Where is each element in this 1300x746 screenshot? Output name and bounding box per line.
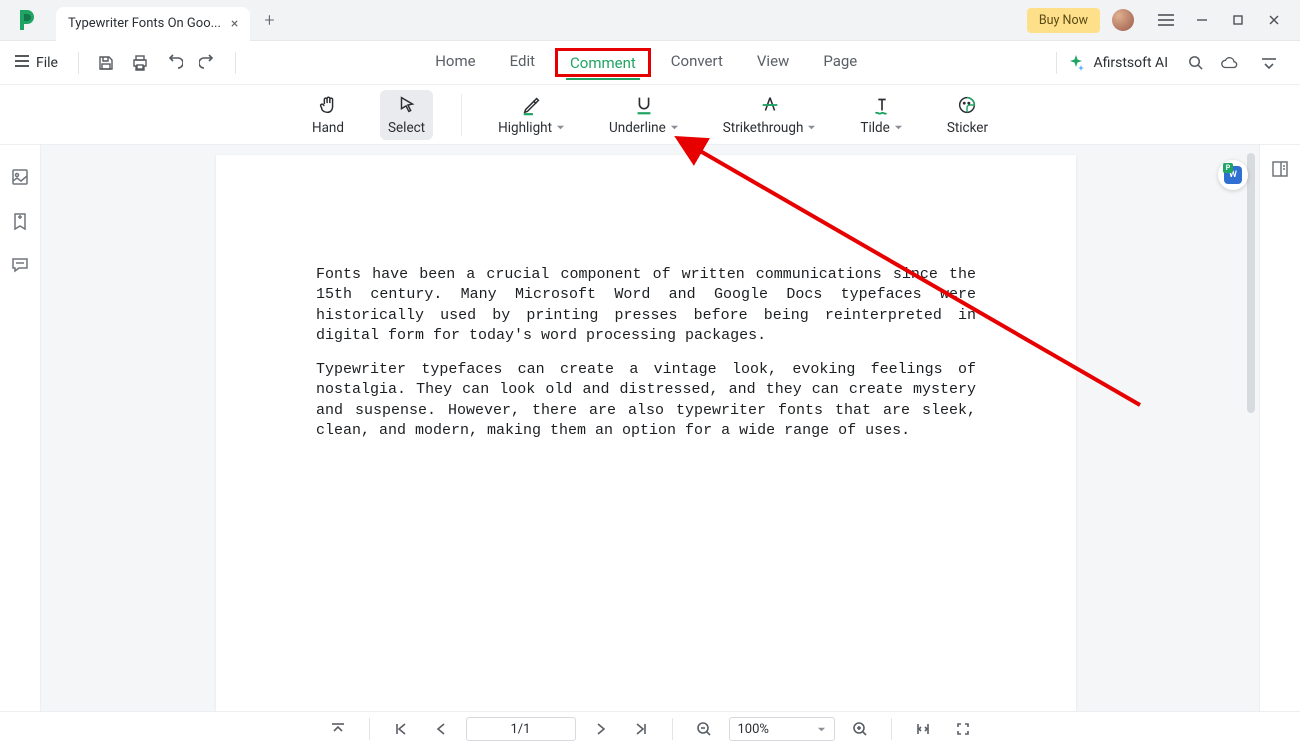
fit-width-icon[interactable]: [908, 715, 938, 743]
search-icon[interactable]: [1178, 46, 1212, 80]
paragraph: Typewriter typefaces can create a vintag…: [316, 360, 976, 441]
zoom-value: 100%: [738, 722, 769, 737]
annotation-highlight-box: Comment: [555, 48, 651, 77]
titlebar: Typewriter Fonts On Goo... × + Buy Now: [0, 0, 1300, 41]
chevron-down-icon[interactable]: [670, 120, 679, 136]
divider: [672, 718, 673, 740]
tool-underline[interactable]: Underline: [601, 90, 687, 140]
zoom-out-icon[interactable]: [689, 715, 719, 743]
tool-label: Tilde: [860, 120, 889, 136]
maximize-icon[interactable]: [1220, 5, 1256, 35]
close-window-icon[interactable]: [1256, 5, 1292, 35]
tool-label: Sticker: [947, 120, 988, 136]
buy-now-button[interactable]: Buy Now: [1027, 8, 1100, 33]
divider: [369, 718, 370, 740]
user-avatar[interactable]: [1112, 9, 1134, 31]
new-tab-button[interactable]: +: [264, 10, 274, 31]
menu-home[interactable]: Home: [431, 48, 479, 77]
tool-select[interactable]: Select: [380, 90, 433, 140]
properties-panel-icon[interactable]: [1270, 159, 1290, 179]
tool-label: Strikethrough: [723, 120, 804, 136]
page-number-input[interactable]: [466, 717, 576, 741]
save-icon[interactable]: [89, 46, 123, 80]
paragraph: Fonts have been a crucial component of w…: [316, 265, 976, 346]
strikethrough-icon: [759, 94, 781, 116]
print-icon[interactable]: [123, 46, 157, 80]
vertical-scrollbar[interactable]: [1247, 153, 1255, 413]
sidebar-right: [1259, 145, 1300, 711]
menu-icon: [14, 54, 30, 72]
ai-assistant[interactable]: Afirstsoft AI: [1067, 54, 1168, 72]
workspace: Fonts have been a crucial component of w…: [0, 145, 1300, 711]
menu-edit[interactable]: Edit: [506, 48, 539, 77]
tool-hand[interactable]: Hand: [304, 90, 352, 140]
tool-label: Select: [388, 120, 425, 136]
comments-icon[interactable]: [10, 255, 30, 275]
zoom-in-icon[interactable]: [845, 715, 875, 743]
document-canvas[interactable]: Fonts have been a crucial component of w…: [41, 145, 1259, 711]
hand-icon: [317, 94, 339, 116]
tool-highlight[interactable]: Highlight: [490, 90, 573, 140]
close-tab-icon[interactable]: ×: [231, 16, 238, 32]
zoom-select[interactable]: 100%: [729, 717, 835, 741]
hamburger-menu-icon[interactable]: [1148, 5, 1184, 35]
chevron-down-icon[interactable]: [894, 120, 903, 136]
app-logo: [14, 8, 38, 32]
last-page-icon[interactable]: [626, 715, 656, 743]
page: Fonts have been a crucial component of w…: [216, 155, 1076, 711]
highlight-icon: [521, 94, 543, 116]
chevron-down-icon: [817, 725, 826, 734]
chevron-down-icon[interactable]: [556, 120, 565, 136]
tilde-icon: [871, 94, 893, 116]
file-label: File: [36, 55, 58, 71]
cloud-icon[interactable]: [1212, 46, 1246, 80]
sticker-icon: [956, 94, 978, 116]
sparkle-icon: [1067, 54, 1085, 72]
tool-sticker[interactable]: Sticker: [939, 90, 996, 140]
document-tab[interactable]: Typewriter Fonts On Goo... ×: [56, 7, 250, 41]
pdf-badge-icon: P: [1223, 163, 1233, 173]
tab-title: Typewriter Fonts On Goo...: [68, 16, 221, 31]
divider: [1056, 52, 1057, 74]
first-page-icon[interactable]: [386, 715, 416, 743]
tool-ribbon: Hand Select Highlight Underline Striketh…: [0, 85, 1300, 145]
minimize-icon[interactable]: [1184, 5, 1220, 35]
thumbnails-icon[interactable]: [10, 167, 30, 187]
bookmarks-icon[interactable]: [10, 211, 30, 231]
next-page-icon[interactable]: [586, 715, 616, 743]
chevron-down-icon[interactable]: [807, 120, 816, 136]
ai-label: Afirstsoft AI: [1093, 55, 1168, 71]
fullscreen-icon[interactable]: [948, 715, 978, 743]
divider: [235, 52, 236, 74]
menubar: File Home Edit Comment Convert View Page…: [0, 41, 1300, 85]
cursor-icon: [396, 94, 418, 116]
main-menu-tabs: Home Edit Comment Convert View Page: [246, 48, 1047, 77]
prev-page-icon[interactable]: [426, 715, 456, 743]
underline-icon: [633, 94, 655, 116]
undo-icon[interactable]: [157, 46, 191, 80]
file-menu[interactable]: File: [14, 54, 58, 72]
menu-view[interactable]: View: [753, 48, 793, 77]
divider: [461, 94, 462, 136]
divider: [78, 52, 79, 74]
sidebar-left: [0, 145, 41, 711]
tool-strikethrough[interactable]: Strikethrough: [715, 90, 825, 140]
menu-page[interactable]: Page: [819, 48, 861, 77]
tool-label: Underline: [609, 120, 666, 136]
scroll-top-icon[interactable]: [323, 715, 353, 743]
menu-convert[interactable]: Convert: [667, 48, 727, 77]
collapse-ribbon-icon[interactable]: [1252, 46, 1286, 80]
tool-label: Highlight: [498, 120, 552, 136]
redo-icon[interactable]: [191, 46, 225, 80]
convert-to-word-button[interactable]: P W: [1218, 160, 1248, 190]
tool-tilde[interactable]: Tilde: [852, 90, 910, 140]
statusbar: 100%: [0, 711, 1300, 746]
divider: [891, 718, 892, 740]
menu-comment[interactable]: Comment: [566, 50, 640, 76]
tool-label: Hand: [312, 120, 344, 136]
